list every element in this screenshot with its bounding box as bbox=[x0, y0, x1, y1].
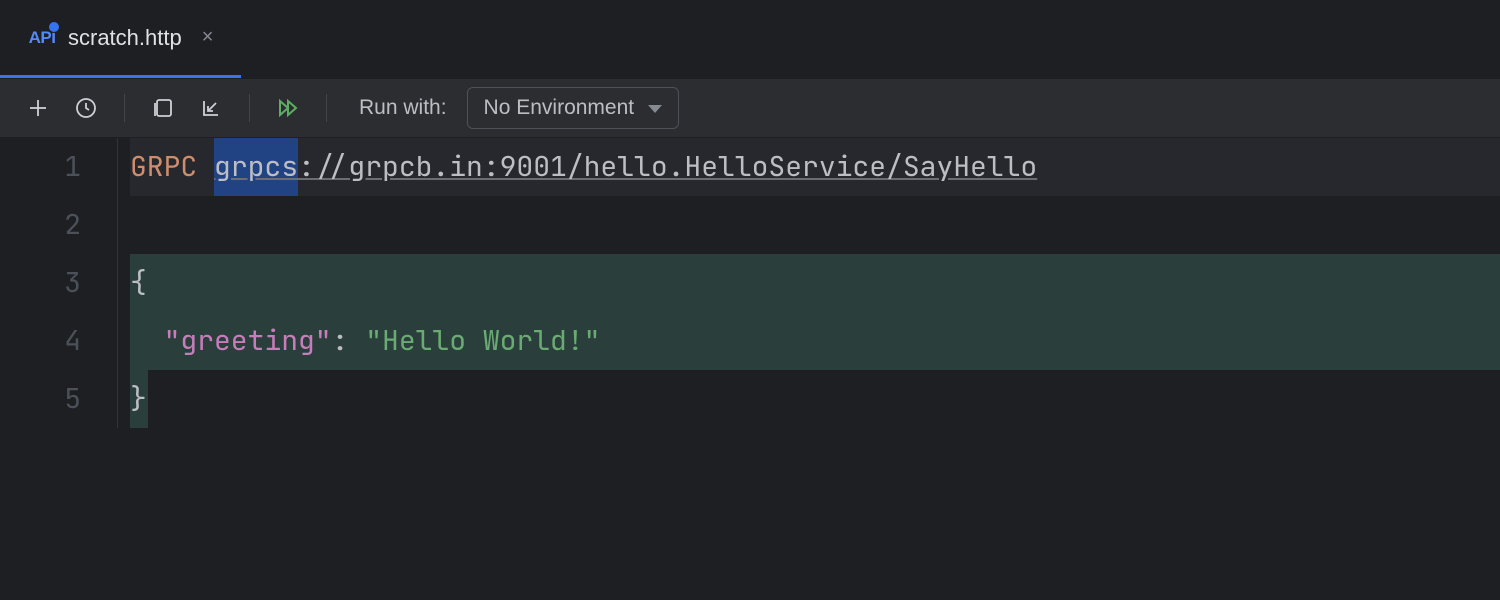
run-all-icon[interactable] bbox=[274, 94, 302, 122]
grpc-method: GRPC bbox=[130, 138, 197, 196]
tab-bar: API scratch.http × bbox=[0, 0, 1500, 78]
line-number[interactable]: 5 bbox=[0, 370, 81, 428]
line-gutter: 1 2 3 4 5 bbox=[0, 138, 118, 428]
code-content[interactable]: GRPC grpcs://grpcb.in:9001/hello.HelloSe… bbox=[118, 138, 1500, 428]
run-with-label: Run with: bbox=[359, 96, 447, 120]
line-number[interactable]: 1 bbox=[0, 138, 81, 196]
line-number[interactable]: 2 bbox=[0, 196, 81, 254]
json-close-brace[interactable]: } bbox=[130, 370, 1500, 428]
tab-title: scratch.http bbox=[68, 25, 182, 51]
line-number[interactable]: 4 bbox=[0, 312, 81, 370]
protocol-selection: grpcs bbox=[214, 138, 298, 196]
request-line[interactable]: GRPC grpcs://grpcb.in:9001/hello.HelloSe… bbox=[130, 138, 1500, 196]
code-editor[interactable]: 1 2 3 4 5 GRPC grpcs://grpcb.in:9001/hel… bbox=[0, 138, 1500, 428]
modified-badge bbox=[48, 21, 60, 33]
toolbar-divider bbox=[326, 94, 327, 122]
json-property-line[interactable]: "greeting": "Hello World!" bbox=[130, 312, 1500, 370]
history-icon[interactable] bbox=[72, 94, 100, 122]
json-open-brace[interactable]: { bbox=[130, 254, 1500, 312]
add-icon[interactable] bbox=[24, 94, 52, 122]
empty-line[interactable] bbox=[130, 196, 1500, 254]
close-icon[interactable]: × bbox=[194, 22, 222, 53]
api-icon: API bbox=[28, 24, 56, 52]
chevron-down-icon bbox=[648, 96, 662, 120]
examples-icon[interactable] bbox=[149, 94, 177, 122]
toolbar-divider bbox=[124, 94, 125, 122]
toolbar-divider bbox=[249, 94, 250, 122]
line-number[interactable]: 3 bbox=[0, 254, 81, 312]
request-url: ://grpcb.in:9001/hello.HelloService/SayH… bbox=[298, 138, 1037, 196]
toolbar: Run with: No Environment bbox=[0, 78, 1500, 138]
import-icon[interactable] bbox=[197, 94, 225, 122]
environment-dropdown[interactable]: No Environment bbox=[467, 87, 680, 129]
environment-value: No Environment bbox=[484, 96, 635, 120]
json-key: "greeting" bbox=[164, 312, 332, 370]
tab-scratch-http[interactable]: API scratch.http × bbox=[0, 0, 241, 78]
json-value: "Hello World!" bbox=[365, 312, 600, 370]
